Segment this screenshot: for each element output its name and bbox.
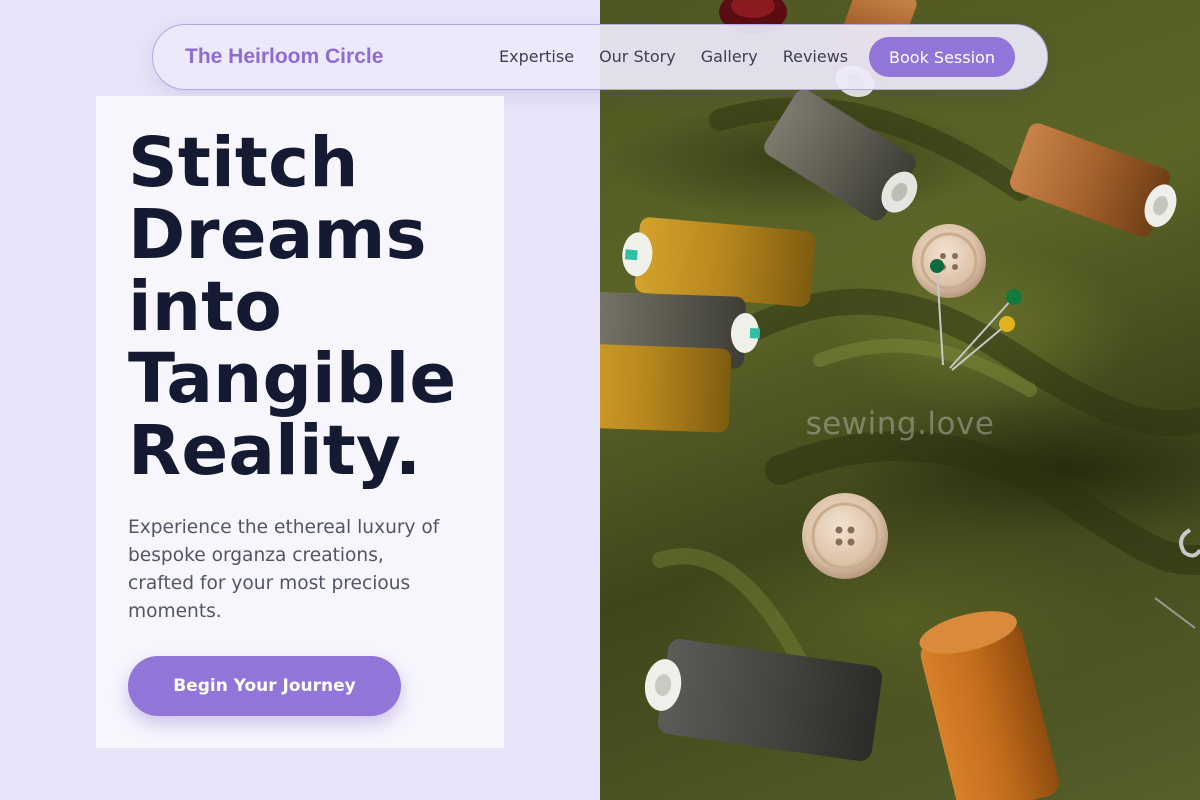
hero-card: Stitch Dreams into Tangible Reality. Exp… (96, 96, 504, 748)
orange-spool-bottom (919, 611, 1059, 800)
hero-subtext: Experience the ethereal luxury of bespok… (128, 514, 478, 626)
brand-logo[interactable]: The Heirloom Circle (185, 45, 383, 69)
begin-journey-button[interactable]: Begin Your Journey (128, 656, 401, 716)
subtext-line: moments. (128, 601, 222, 622)
dark-spool-bottom (644, 638, 883, 762)
button-upper (912, 224, 986, 298)
nav-link-gallery[interactable]: Gallery (701, 47, 758, 67)
headline-line: into (128, 267, 282, 347)
button-lower (802, 493, 888, 579)
nav-link-expertise[interactable]: Expertise (499, 47, 574, 67)
nav-links: Expertise Our Story Gallery Reviews (499, 47, 848, 67)
subtext-line: bespoke organza creations, (128, 545, 384, 566)
nav-link-reviews[interactable]: Reviews (783, 47, 848, 67)
top-nav: The Heirloom Circle Expertise Our Story … (152, 24, 1048, 90)
headline-line: Stitch (128, 123, 359, 203)
hero-headline: Stitch Dreams into Tangible Reality. (128, 127, 498, 487)
headline-line: Tangible (128, 339, 457, 419)
brown-spool-right (1010, 123, 1177, 237)
subtext-line: crafted for your most precious (128, 573, 411, 594)
photo-watermark: sewing.love (805, 406, 995, 442)
subtext-line: Experience the ethereal luxury of (128, 517, 440, 538)
nav-link-our-story[interactable]: Our Story (599, 47, 676, 67)
headline-line: Dreams (128, 195, 427, 275)
headline-line: Reality. (128, 411, 422, 491)
book-session-button[interactable]: Book Session (869, 37, 1015, 77)
sewing-supplies-illustration (600, 0, 1200, 800)
hero-photo: sewing.love (600, 0, 1200, 800)
